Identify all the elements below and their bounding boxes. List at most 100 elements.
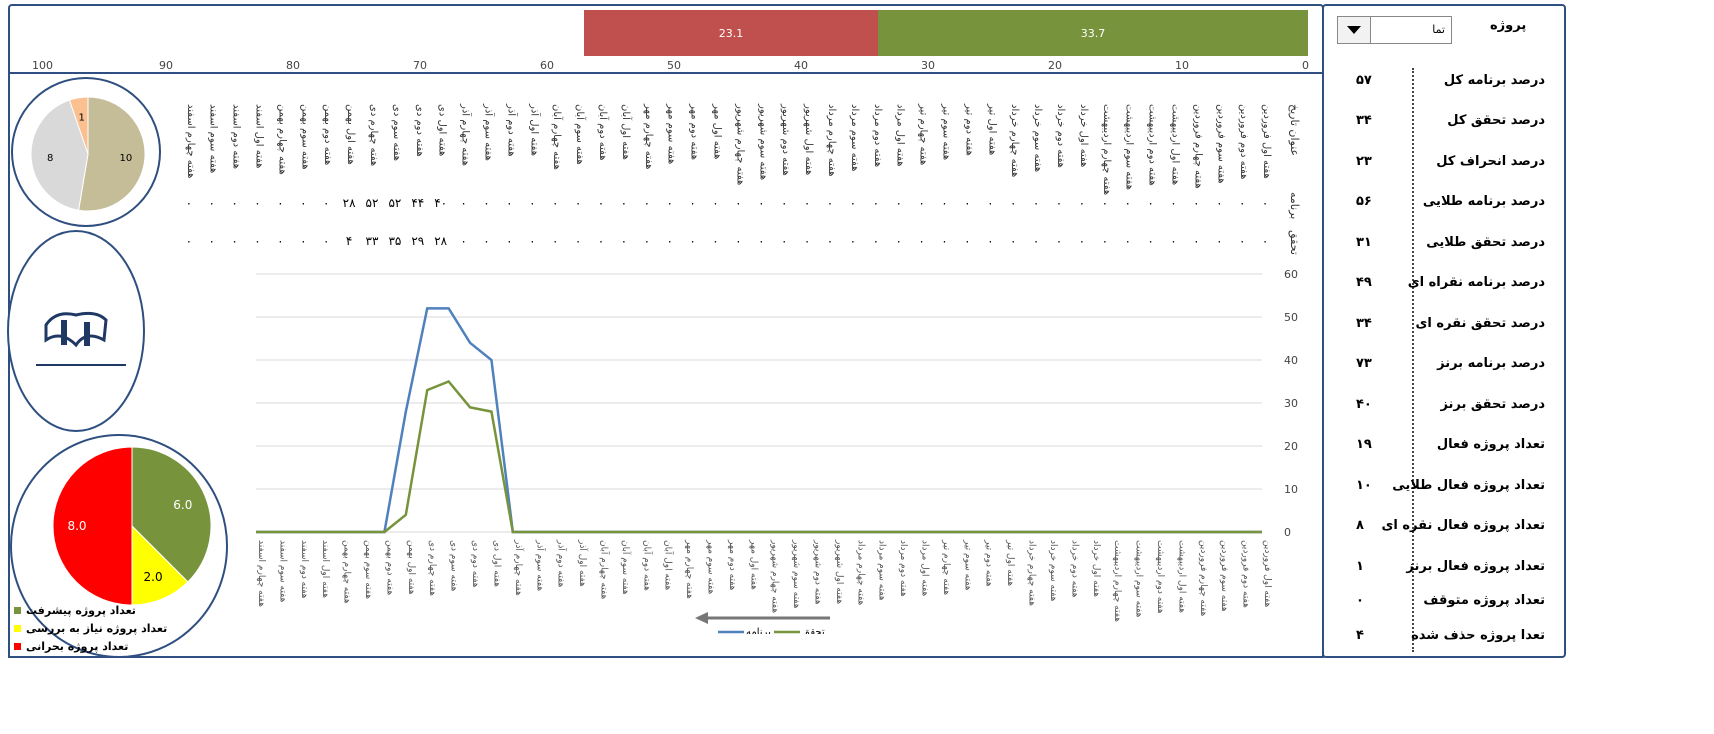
table-plan-cell: ۰: [185, 196, 193, 210]
table-week-header: هفته اول آذر: [528, 104, 540, 157]
pie-value-label: 8.0: [67, 519, 86, 533]
table-plan-cell: ۰: [506, 196, 513, 210]
x-tick-label: هفته چهارم بهمن: [342, 540, 352, 604]
table-actual-cell: ۰: [551, 234, 559, 248]
top-axis-tick: 40: [794, 59, 808, 72]
kpi-row: ۱۹ تعداد پروژه فعال: [1350, 435, 1545, 455]
table-actual-cell: ۰: [803, 234, 811, 248]
table-actual-cell: ۰: [1078, 234, 1086, 248]
x-tick-label: هفته دوم آذر: [556, 539, 568, 588]
kpi-row: ۲۳ درصد انحراف کل: [1350, 151, 1545, 171]
table-actual-cell: ۰: [483, 234, 490, 248]
y-tick-label: 0: [1284, 526, 1291, 539]
table-plan-cell: ۰: [666, 196, 673, 210]
x-tick-label: هفته چهارم آبان: [598, 540, 610, 600]
x-tick-label: هفته دوم مهر: [727, 539, 737, 591]
kpi-label: تعداد پروژه متوقف: [1423, 593, 1545, 608]
table-actual-cell: ۰: [185, 234, 193, 248]
x-tick-label: هفته چهارم فروردین: [1198, 540, 1208, 617]
table-plan-cell: ۰: [712, 196, 719, 210]
kpi-label: تعداد پروژه فعال طلایی: [1392, 477, 1545, 493]
x-tick-label: هفته چهارم خرداد: [1027, 540, 1037, 606]
table-plan-cell: ۰: [277, 196, 284, 210]
chevron-down-icon: [1347, 26, 1361, 34]
table-actual-cell: ۰: [1216, 234, 1223, 248]
table-actual-cell: ۰: [758, 234, 765, 248]
x-tick-label: هفته چهارم تیر: [941, 539, 951, 595]
table-actual-cell: ۰: [1238, 234, 1246, 248]
table-actual-cell: ۰: [964, 234, 971, 248]
table-week-header: هفته چهارم فروردین: [1192, 104, 1204, 189]
table-actual-cell: ۰: [1101, 234, 1109, 248]
table-week-header: هفته سوم آذر: [482, 104, 494, 161]
table-week-header: هفته دوم تیر: [963, 104, 975, 156]
x-tick-label: هفته چهارم اردیبهشت: [1112, 540, 1122, 622]
top-axis-tick: 100: [32, 59, 53, 72]
table-actual-cell: ۰: [529, 234, 536, 248]
table-plan-cell: ۰: [1216, 196, 1223, 210]
table-actual-cell: ۰: [735, 234, 742, 248]
pie-value-label: 1: [79, 113, 85, 124]
table-actual-cell: ۰: [1124, 234, 1131, 248]
x-tick-label: هفته دوم تیر: [984, 539, 994, 587]
x-tick-label: هفته سوم مرداد: [877, 540, 887, 601]
x-tick-label: هفته اول مرداد: [920, 540, 930, 597]
table-week-header: هفته اول اردیبهشت: [1169, 104, 1181, 186]
top-axis-tick: 80: [286, 59, 300, 72]
kpi-value: ۱: [1356, 558, 1364, 574]
top-axis-tick: 90: [159, 59, 173, 72]
kpi-row: ۵۷ درصد برنامه کل: [1350, 70, 1545, 90]
kpi-label: درصد تحقق طلایی: [1426, 234, 1545, 250]
table-week-header: هفته دوم اسفند: [230, 104, 242, 170]
table-week-header: هفته چهارم اردیبهشت: [1100, 104, 1112, 196]
table-actual-cell: ۰: [895, 234, 902, 248]
kpi-value: ۸: [1356, 518, 1364, 533]
legend-swatch: [14, 643, 21, 650]
top-axis-tick: 70: [413, 59, 427, 72]
table-plan-cell: ۰: [803, 196, 811, 210]
kpi-label: درصد برنامه برنز: [1437, 356, 1545, 371]
x-tick-label: هفته اول آذر: [577, 539, 589, 587]
status-legend-item: تعداد پروژه نیاز به بررسی: [14, 622, 167, 635]
x-tick-label: هفته دوم اسفند: [299, 540, 309, 599]
x-tick-label: هفته اول فروردین: [1262, 540, 1272, 608]
table-actual-cell: ۰: [689, 234, 696, 248]
table-week-header: هفته چهارم دی: [368, 104, 379, 167]
kpi-label: درصد برنامه کل: [1443, 72, 1545, 88]
x-tick-label: هفته سوم شهریور: [791, 539, 801, 609]
dropdown-button[interactable]: [1338, 17, 1371, 43]
x-tick-label: هفته دوم شهریور: [813, 539, 823, 605]
kpi-label: تعداد پروژه فعال برنز: [1406, 558, 1545, 574]
table-actual-cell: ۰: [620, 234, 628, 248]
project-dropdown[interactable]: تما: [1337, 16, 1452, 44]
bar-segment-green: 33.7: [878, 10, 1308, 56]
kpi-label: درصد تحقق کل: [1447, 113, 1545, 128]
top-axis-tick: 20: [1048, 59, 1062, 72]
y-tick-label: 20: [1284, 440, 1298, 453]
x-tick-label: هفته چهارم شهریور: [770, 539, 780, 613]
table-week-header: هفته چهارم مرداد: [826, 104, 837, 177]
table-actual-cell: ۰: [208, 234, 215, 248]
x-tick-label: هفته سوم تیر: [962, 539, 972, 591]
kpi-row: ۴ تعدا پروژه حذف شده: [1350, 625, 1545, 645]
table-plan-cell: ۰: [254, 196, 261, 210]
table-week-header: هفته چهارم خرداد: [1009, 104, 1021, 178]
logo-circle: [7, 230, 145, 432]
x-tick-label: هفته چهارم دی: [427, 540, 437, 596]
table-actual-cell: ۰: [918, 234, 925, 248]
table-actual-cell: ۰: [574, 234, 582, 248]
x-tick-label: هفته دوم فروردین: [1241, 540, 1251, 608]
table-plan-cell: ۰: [322, 196, 330, 210]
x-tick-label: هفته سوم آذر: [534, 539, 546, 591]
x-tick-label: هفته چهارم آذر: [513, 539, 525, 596]
series-line: [256, 307, 1262, 534]
x-tick-label: هفته سوم دی: [449, 540, 459, 592]
table-plan-cell: ۰: [460, 196, 467, 210]
table-actual-cell: ۰: [506, 234, 513, 248]
table-plan-cell: ۰: [1147, 196, 1154, 210]
table-actual-cell: ۰: [780, 234, 788, 248]
kpi-row: ۳۴ درصد تحقق نقره ای: [1350, 313, 1545, 333]
table-actual-cell: ۰: [322, 234, 330, 248]
table-week-header: هفته دوم بهمن: [322, 104, 334, 166]
kpi-value: ۳۴: [1356, 315, 1372, 331]
